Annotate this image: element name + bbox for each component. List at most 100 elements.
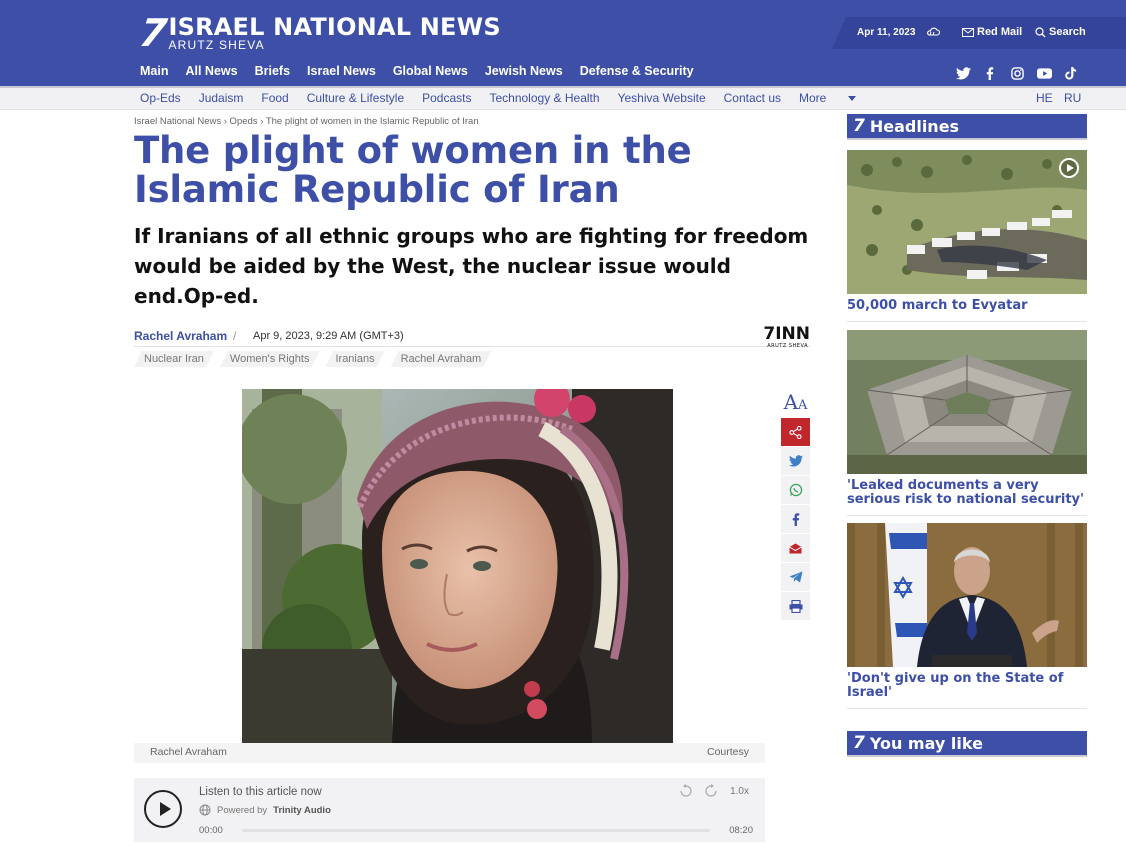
headline-card[interactable]: 50,000 march to Evyatar [847, 150, 1087, 322]
article-title: The plight of women in the Islamic Repub… [134, 129, 692, 211]
logo-seven-mark: 7 [136, 11, 170, 55]
headlines-label: Headlines [869, 116, 960, 136]
tag-rachel-avraham[interactable]: Rachel Avraham [391, 351, 492, 367]
you-may-like-seven-mark: 7 [853, 733, 865, 753]
header-date: Apr 11, 2023 [857, 27, 916, 38]
tag-iranians[interactable]: Iranians [325, 351, 384, 367]
article-subtitle: If Iranians of all ethnic groups who are… [134, 224, 809, 308]
headline-card[interactable]: 'Leaked documents a very serious risk to… [847, 330, 1087, 516]
twitter-share-icon[interactable] [781, 447, 810, 476]
audio-powered-brand: Trinity Audio [273, 804, 331, 816]
facebook-share-icon[interactable] [781, 505, 810, 534]
inn-logo: 7INN ARUTZ SHEVA [763, 324, 810, 349]
headlines-seven-mark: 7 [853, 116, 865, 136]
author-link[interactable]: Rachel Avraham [134, 329, 227, 343]
article-photo [242, 389, 673, 743]
headlines-header: 7 Headlines [847, 114, 1087, 140]
subnav-yeshiva-website[interactable]: Yeshiva Website [618, 91, 706, 105]
logo-main-text: ISRAEL NATIONAL NEWS [168, 13, 501, 41]
you-may-like-header: 7 You may like [847, 731, 1087, 757]
subnav-food[interactable]: Food [261, 91, 288, 105]
search-link[interactable]: Search [1035, 26, 1086, 38]
audio-progress-track[interactable] [242, 829, 710, 832]
nav-briefs[interactable]: Briefs [255, 64, 290, 78]
byline-separator: / [233, 329, 237, 343]
red-mail-label: Red Mail [977, 26, 1023, 38]
subnav-judaism[interactable]: Judaism [199, 91, 244, 105]
play-button[interactable] [144, 790, 182, 828]
subnav-culture-lifestyle[interactable]: Culture & Lifestyle [307, 91, 404, 105]
tag-womens-rights[interactable]: Women's Rights [220, 351, 320, 367]
breadcrumb[interactable]: Israel National News › Opeds › The pligh… [134, 116, 479, 127]
headline-image[interactable] [847, 523, 1087, 667]
inn-logo-sub: ARUTZ SHEVA [767, 343, 808, 349]
tag-nuclear-iran[interactable]: Nuclear Iran [134, 351, 214, 367]
lang-ru[interactable]: RU [1064, 91, 1081, 105]
publish-date: Apr 9, 2023, 9:29 AM (GMT+3) [253, 330, 404, 342]
facebook-icon[interactable] [982, 65, 998, 81]
subnav-podcasts[interactable]: Podcasts [422, 91, 471, 105]
caret-down-icon [847, 96, 856, 102]
nav-israel-news[interactable]: Israel News [307, 64, 376, 78]
subnav-technology-health[interactable]: Technology & Health [489, 91, 599, 105]
audio-current-time: 00:00 [199, 825, 223, 836]
mail-icon [962, 27, 974, 37]
nav-defense-security[interactable]: Defense & Security [580, 64, 694, 78]
share-bar: AA [781, 390, 810, 621]
main-nav: Main All News Briefs Israel News Global … [140, 64, 711, 78]
headline-title[interactable]: 50,000 march to Evyatar [847, 299, 1087, 322]
subnav-contact-us[interactable]: Contact us [724, 91, 781, 105]
forward-icon[interactable] [704, 784, 718, 798]
sub-nav: Op-Eds Judaism Food Culture & Lifestyle … [0, 86, 1126, 110]
audio-player: Listen to this article now Powered by Tr… [134, 778, 765, 842]
font-size-toggle[interactable]: AA [781, 390, 810, 418]
subnav-op-eds[interactable]: Op-Eds [140, 91, 181, 105]
nav-all-news[interactable]: All News [185, 64, 237, 78]
audio-powered-by[interactable]: Powered by Trinity Audio [199, 804, 331, 816]
nav-main[interactable]: Main [140, 64, 168, 78]
headline-image[interactable] [847, 150, 1087, 294]
audio-duration: 08:20 [729, 825, 753, 836]
byline: Rachel Avraham / Apr 9, 2023, 9:29 AM (G… [134, 324, 810, 349]
logo-sub-text: ARUTZ SHEVA [168, 38, 265, 52]
font-size-large: A [783, 390, 799, 414]
headline-card[interactable]: 'Don't give up on the State of Israel' [847, 523, 1087, 709]
nav-global-news[interactable]: Global News [393, 64, 468, 78]
photo-caption: Rachel Avraham Courtesy [134, 743, 765, 763]
subnav-more[interactable]: More [799, 91, 856, 105]
inn-logo-text: 7INN [763, 324, 810, 344]
font-size-small: A [798, 398, 808, 413]
share-icon[interactable] [781, 418, 810, 447]
site-logo[interactable]: 7 ISRAEL NATIONAL NEWS ARUTZ SHEVA [136, 11, 501, 55]
photo-credit: Courtesy [706, 746, 749, 758]
email-share-icon[interactable] [781, 534, 810, 563]
twitter-icon[interactable] [955, 65, 971, 81]
tiktok-icon[interactable] [1063, 65, 1079, 81]
headline-title[interactable]: 'Leaked documents a very serious risk to… [847, 479, 1087, 516]
audio-powered-prefix: Powered by [217, 804, 268, 816]
video-play-icon[interactable] [1059, 158, 1079, 178]
tag-list: Nuclear Iran Women's Rights Iranians Rac… [134, 351, 491, 367]
instagram-icon[interactable] [1009, 65, 1025, 81]
nav-jewish-news[interactable]: Jewish News [485, 64, 563, 78]
you-may-like-label: You may like [869, 733, 983, 753]
photo-caption-name: Rachel Avraham [150, 746, 227, 758]
telegram-share-icon[interactable] [781, 563, 810, 592]
globe-icon [199, 804, 211, 816]
subnav-more-label: More [799, 91, 827, 105]
search-icon [1035, 26, 1046, 37]
lang-he[interactable]: HE [1036, 91, 1053, 105]
playback-speed[interactable]: 1.0x [730, 786, 749, 797]
youtube-icon[interactable] [1036, 65, 1052, 81]
weather-icon[interactable] [926, 25, 941, 39]
red-mail-link[interactable]: Red Mail [962, 26, 1022, 38]
headline-title[interactable]: 'Don't give up on the State of Israel' [847, 672, 1087, 709]
audio-title: Listen to this article now [199, 786, 322, 798]
site-header: 7 ISRAEL NATIONAL NEWS ARUTZ SHEVA Apr 1… [0, 0, 1126, 86]
social-links [955, 65, 1079, 81]
search-label: Search [1049, 26, 1086, 38]
headline-image[interactable] [847, 330, 1087, 474]
print-icon[interactable] [781, 592, 810, 621]
whatsapp-share-icon[interactable] [781, 476, 810, 505]
rewind-icon[interactable] [679, 784, 693, 798]
